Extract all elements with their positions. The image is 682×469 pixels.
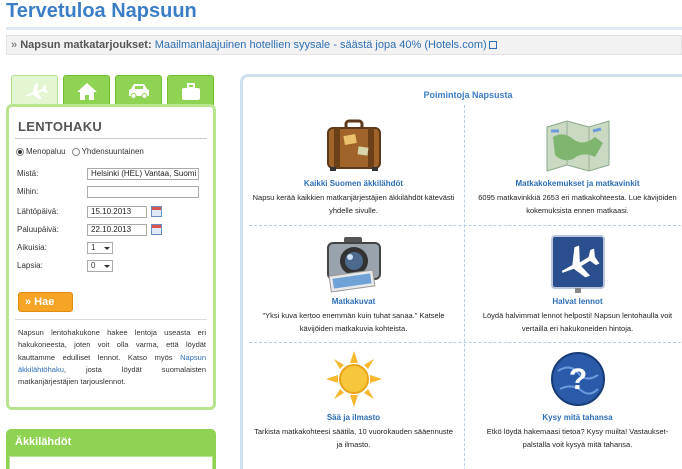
- pick-title: Kaikki Suomen äkkilähdöt: [303, 179, 404, 188]
- search-button[interactable]: » Hae: [18, 292, 73, 312]
- title-divider: [6, 27, 682, 30]
- return-date-label: Paluupäivä:: [17, 225, 59, 234]
- pick-text: Napsu kerää kaikkien matkanjärjestäjien …: [252, 193, 455, 215]
- grid-divider: [249, 342, 681, 343]
- camera-icon: [326, 237, 381, 293]
- grid-divider: [464, 105, 465, 469]
- car-icon: [128, 83, 149, 99]
- raquo-icon: »: [11, 39, 18, 51]
- to-label: Mihin:: [17, 187, 39, 196]
- to-input[interactable]: [87, 186, 199, 198]
- pick-title: Halvat lennot: [552, 297, 603, 306]
- depart-date-input[interactable]: 15.10.2013: [87, 206, 147, 218]
- last-minute-panel: Äkkilähdöt: [6, 429, 216, 469]
- pick-text: Löydä halvimmat lennot helposti! Napsun …: [482, 311, 673, 333]
- pick-ask-anything[interactable]: ? Kysy mitä tahansa Etkö löydä hakemaasi…: [470, 349, 682, 451]
- external-link-icon: [488, 41, 497, 50]
- flight-search-title: LENTOHAKU: [18, 119, 103, 134]
- trip-type-selector: Menopaluu Yhdensuuntainen: [16, 147, 150, 156]
- one-way-radio[interactable]: [71, 147, 80, 156]
- page-title: Tervetuloa Napsuun: [6, 0, 197, 22]
- pick-title: Matkakuvat: [331, 297, 376, 306]
- divider: [15, 138, 207, 139]
- from-label: Mistä:: [17, 169, 39, 178]
- offers-label: Napsun matkatarjoukset:: [20, 39, 152, 51]
- last-minute-content: [9, 456, 213, 469]
- picks-title: Poimintoja Napsusta: [423, 90, 513, 100]
- offers-link[interactable]: Maailmanlaajuinen hotellien syysale - sä…: [155, 39, 487, 51]
- pick-title: Kysy mitä tahansa: [542, 413, 613, 422]
- map-icon: [546, 120, 609, 172]
- pick-title: Matkakokemukset ja matkavinkit: [515, 179, 640, 188]
- return-date-input[interactable]: 22.10.2013: [87, 224, 147, 236]
- return-trip-label: Menopaluu: [26, 147, 66, 156]
- pick-text: Tarkista matkakohteesi säätila, 10 vuoro…: [254, 427, 453, 449]
- pick-cheap-flights[interactable]: Halvat lennot Löydä halvimmat lennot hel…: [470, 233, 682, 335]
- adults-label: Aikuisia:: [17, 243, 47, 252]
- picks-panel: Poimintoja Napsusta Kaikki Suomen äkkilä…: [240, 74, 682, 469]
- last-minute-title: Äkkilähdöt: [15, 436, 72, 448]
- tab-packages[interactable]: [63, 75, 110, 105]
- suitcase-icon: [181, 82, 200, 100]
- tab-hotels[interactable]: [167, 75, 214, 105]
- pick-last-minute[interactable]: Kaikki Suomen äkkilähdöt Napsu kerää kai…: [246, 117, 461, 217]
- children-value: 0: [91, 261, 96, 270]
- from-input[interactable]: Helsinki (HEL) Vantaa, Suomi: [87, 168, 199, 180]
- pick-weather[interactable]: Sää ja ilmasto Tarkista matkakohteesi sä…: [246, 349, 461, 451]
- adults-select[interactable]: 1: [87, 242, 113, 254]
- chevron-down-icon: [104, 247, 110, 250]
- suitcase-icon: [326, 119, 381, 171]
- adults-value: 1: [91, 243, 96, 252]
- calendar-icon[interactable]: [151, 224, 162, 235]
- chevron-down-icon: [104, 265, 110, 268]
- airplane-icon: [25, 82, 48, 99]
- return-trip-radio[interactable]: [16, 147, 24, 156]
- pick-text: 6095 matkavinkkiä 2653 eri matkakohteest…: [478, 193, 677, 215]
- pick-travel-tips[interactable]: Matkakokemukset ja matkavinkit 6095 matk…: [470, 117, 682, 217]
- pick-text: Etkö löydä hakemaasi tietoa? Kysy muilta…: [486, 427, 669, 449]
- pick-title: Sää ja ilmasto: [326, 413, 381, 422]
- airplane-sign-icon: [550, 235, 605, 293]
- description-text: Napsun lentohakukone hakee lentoja useas…: [18, 328, 206, 362]
- flight-search-description: Napsun lentohakukone hakee lentoja useas…: [18, 327, 206, 388]
- pick-travel-photos[interactable]: Matkakuvat "Yksi kuva kertoo enemmän kui…: [246, 233, 461, 335]
- svg-text:?: ?: [568, 363, 586, 396]
- calendar-icon[interactable]: [151, 206, 162, 217]
- flight-search-panel: LENTOHAKU Menopaluu Yhdensuuntainen Mist…: [6, 104, 216, 410]
- sun-icon: [325, 351, 382, 407]
- children-select[interactable]: 0: [87, 260, 113, 272]
- grid-divider: [249, 225, 681, 226]
- divider: [15, 319, 207, 320]
- pick-text: "Yksi kuva kertoo enemmän kuin tuhat san…: [262, 311, 445, 333]
- travel-offers-bar: » Napsun matkatarjoukset: Maailmanlaajui…: [6, 35, 682, 55]
- tab-flights[interactable]: [11, 75, 58, 105]
- tab-cars[interactable]: [115, 75, 162, 105]
- children-label: Lapsia:: [17, 261, 43, 270]
- depart-date-label: Lähtöpäivä:: [17, 207, 59, 216]
- house-icon: [76, 82, 97, 100]
- question-globe-icon: ?: [550, 352, 605, 406]
- one-way-label: Yhdensuuntainen: [81, 147, 144, 156]
